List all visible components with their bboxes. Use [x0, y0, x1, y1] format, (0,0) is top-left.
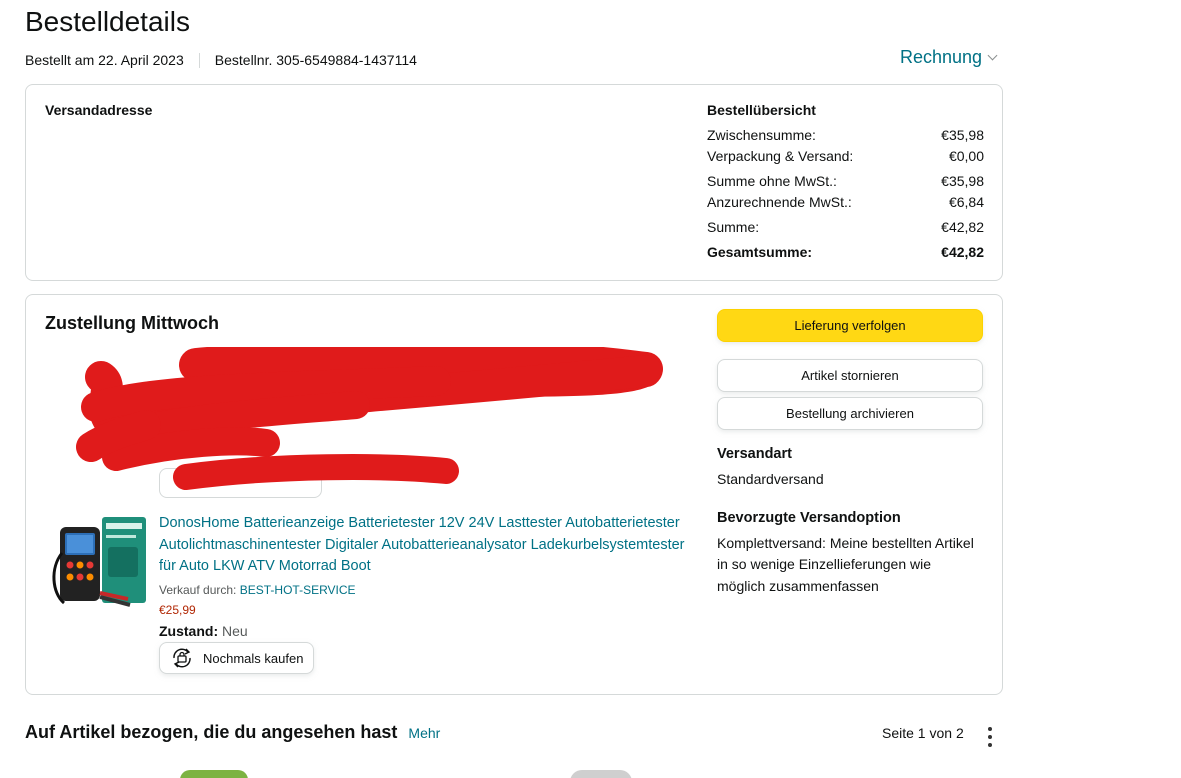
overview-label: Summe ohne MwSt.: — [707, 173, 837, 189]
overview-value: €0,00 — [948, 148, 984, 164]
invoice-dropdown[interactable]: Rechnung — [900, 45, 998, 69]
shipping-method-value: Standardversand — [717, 471, 824, 487]
delivery-actions: Lieferung verfolgen Artikel stornieren B… — [717, 309, 983, 597]
overview-value: €6,84 — [948, 194, 984, 210]
overview-row: Verpackung & Versand: €0,00 — [707, 146, 984, 167]
track-delivery-button[interactable]: Lieferung verfolgen — [717, 309, 983, 342]
invoice-label: Rechnung — [900, 47, 983, 67]
seller-link[interactable]: BEST-HOT-SERVICE — [240, 583, 356, 597]
overview-value: €35,98 — [941, 173, 984, 189]
buy-again-label: Nochmals kaufen — [203, 650, 304, 666]
page-title: Bestelldetails — [25, 6, 190, 37]
recommendation-image[interactable] — [180, 770, 248, 778]
overview-value: €42,82 — [941, 219, 984, 235]
overview-row: Summe: €42,82 — [707, 217, 984, 238]
recommendations-heading: Auf Artikel bezogen, die du angesehen ha… — [25, 722, 398, 742]
overview-total-row: Gesamtsumme: €42,82 — [707, 242, 984, 263]
product-title-link[interactable]: DonosHome Batterieanzeige Batterietester… — [159, 513, 699, 578]
seller-line: Verkauf durch: BEST-HOT-SERVICE — [159, 581, 356, 599]
shipping-method-label: Versandart — [717, 446, 792, 462]
meta-divider — [198, 52, 200, 68]
pager-status: Seite 1 von 2 — [882, 725, 964, 741]
overview-label: Zwischensumme: — [707, 127, 816, 143]
overview-total-label: Gesamtsumme: — [707, 244, 813, 260]
order-meta: Bestellt am 22. April 2023 Bestellnr. 30… — [25, 50, 417, 70]
product-price: €25,99 — [159, 603, 196, 617]
product-condition: Zustand: Neu — [159, 621, 248, 641]
order-date: Bestellt am 22. April 2023 — [25, 52, 184, 68]
recommendations-title: Auf Artikel bezogen, die du angesehen ha… — [25, 720, 440, 745]
product-image[interactable] — [50, 513, 150, 613]
order-overview-title: Bestellübersicht — [707, 102, 816, 118]
more-link[interactable]: Mehr — [408, 725, 440, 741]
condition-label: Zustand: — [159, 623, 219, 639]
order-overview: Bestellübersicht Zwischensumme: €35,98 V… — [707, 100, 984, 263]
shipping-address-label: Versandadresse — [45, 102, 153, 118]
preferred-option-value: Komplettversand: Meine bestellten Artike… — [717, 534, 974, 594]
overview-label: Summe: — [707, 219, 760, 235]
delivery-box: Zustellung Mittwoch DonosHome Batteriean… — [25, 294, 1003, 695]
more-options-icon[interactable] — [983, 725, 997, 749]
redaction-scribble — [56, 338, 666, 497]
buy-again-button[interactable]: Nochmals kaufen — [159, 642, 315, 674]
overview-label: Anzurechnende MwSt.: — [707, 194, 852, 210]
condition-value: Neu — [222, 623, 248, 639]
order-number: Bestellnr. 305-6549884-1437114 — [214, 52, 417, 68]
order-summary-box: Versandadresse Bestellübersicht Zwischen… — [25, 84, 1003, 281]
overview-total-value: €42,82 — [941, 244, 984, 260]
overview-value: €35,98 — [941, 127, 984, 143]
archive-order-button[interactable]: Bestellung archivieren — [717, 397, 983, 430]
chevron-down-icon — [987, 50, 998, 61]
sold-by-label: Verkauf durch: — [159, 583, 237, 597]
order-details-page: Bestelldetails Bestellt am 22. April 202… — [0, 0, 1181, 778]
preferred-option-label: Bevorzugte Versandoption — [717, 509, 901, 526]
cancel-items-button[interactable]: Artikel stornieren — [717, 359, 983, 392]
delivery-title: Zustellung Mittwoch — [45, 313, 219, 333]
recommendation-image[interactable] — [570, 770, 632, 778]
overview-row: Anzurechnende MwSt.: €6,84 — [707, 192, 984, 213]
buy-again-icon — [173, 648, 191, 668]
overview-label: Verpackung & Versand: — [707, 148, 854, 164]
overview-row: Zwischensumme: €35,98 — [707, 125, 984, 146]
overview-row: Summe ohne MwSt.: €35,98 — [707, 171, 984, 192]
